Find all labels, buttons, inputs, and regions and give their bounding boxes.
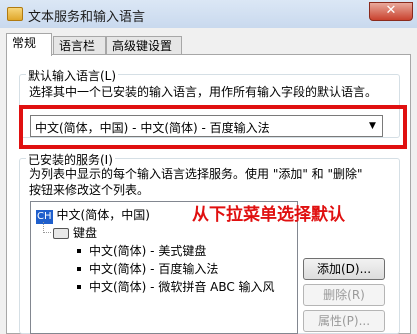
bullet-icon <box>77 284 81 289</box>
tree-category-label: 键盘 <box>73 226 98 240</box>
tab-general[interactable]: 常规 <box>6 33 52 56</box>
bullet-icon <box>77 248 81 253</box>
properties-button[interactable]: 属性(P)... <box>303 310 385 332</box>
default-language-group-label: 默认输入语言(L) <box>26 67 119 84</box>
installed-services-description-line2: 按钮来修改这个列表。 <box>29 183 150 197</box>
language-badge: CH <box>36 210 53 224</box>
add-button[interactable]: 添加(D)... <box>303 258 385 280</box>
chevron-down-icon[interactable]: ▼ <box>365 117 380 135</box>
keyboard-icon <box>53 228 69 239</box>
tab-advanced-key-settings[interactable]: 高级键设置 <box>106 36 182 55</box>
tree-language-node[interactable]: CH 中文(简体，中国) <box>36 206 150 224</box>
tab-language-bar[interactable]: 语言栏 <box>53 36 106 55</box>
title-bar: 文本服务和输入语言 ✕ <box>0 0 417 29</box>
close-button[interactable]: ✕ <box>369 2 413 21</box>
tree-language-label: 中文(简体，中国) <box>56 208 150 222</box>
tree-service-label: 中文(简体) - 微软拼音 ABC 输入风 <box>89 280 275 294</box>
default-language-select[interactable]: 中文(简体，中国) - 中文(简体) - 百度输入法 ▼ <box>30 115 383 137</box>
app-icon <box>7 7 23 21</box>
remove-button[interactable]: 删除(R) <box>303 284 385 306</box>
bullet-icon <box>77 266 81 271</box>
tree-service-label: 中文(简体) - 百度输入法 <box>89 262 219 276</box>
installed-services-description-line1: 为列表中显示的每个输入语言选择服务。使用 "添加" 和 "删除" <box>29 167 363 181</box>
default-language-description: 选择其中一个已安装的输入语言，用作所有输入字段的默认语言。 <box>29 85 378 99</box>
tree-service-item[interactable]: 中文(简体) - 微软拼音 ABC 输入风 <box>77 278 275 295</box>
window-title: 文本服务和输入语言 <box>28 10 146 25</box>
tree-service-item[interactable]: 中文(简体) - 百度输入法 <box>77 260 218 277</box>
tree-service-item[interactable]: 中文(简体) - 美式键盘 <box>77 242 206 259</box>
tree-category-node[interactable]: 键盘 <box>53 224 97 241</box>
tree-connector <box>43 232 51 233</box>
installed-services-group-label: 已安装的服务(I) <box>26 151 115 168</box>
annotation-text: 从下拉菜单选择默认 <box>192 205 345 225</box>
tree-service-label: 中文(简体) - 美式键盘 <box>89 244 207 258</box>
default-language-selected-value: 中文(简体，中国) - 中文(简体) - 百度输入法 <box>35 121 270 135</box>
